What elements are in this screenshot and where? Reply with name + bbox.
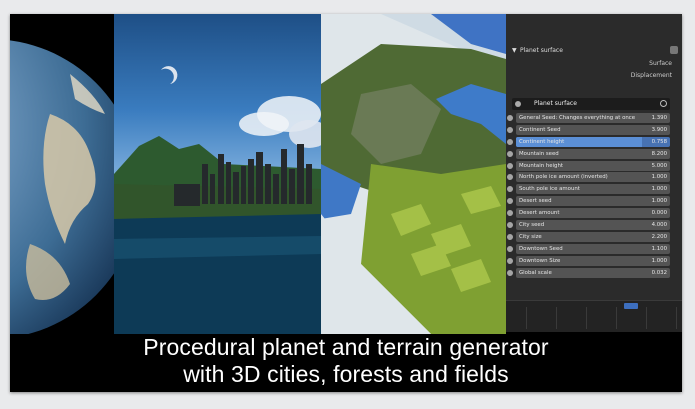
param-row-desert-seed[interactable]: Desert seed 1.000: [506, 195, 682, 207]
param-value: 1.000: [651, 198, 667, 205]
panel-header[interactable]: ▼ Planet surface: [506, 44, 682, 57]
parameter-list: General Seed: Changes everything at once…: [506, 112, 682, 278]
param-value: 5.000: [651, 162, 667, 169]
param-row-continent-height[interactable]: Continent height 0.758: [506, 136, 682, 148]
param-value: 0.758: [651, 138, 667, 145]
caption-line-1: Procedural planet and terrain generator: [143, 334, 549, 360]
input-socket-icon[interactable]: [507, 222, 513, 229]
node-group-name: Planet surface: [534, 100, 577, 107]
param-field[interactable]: Desert amount 0.000: [516, 208, 670, 219]
timeline-tick: [616, 307, 617, 329]
param-label: Mountain seed: [519, 150, 559, 157]
timeline-tick: [586, 307, 587, 329]
param-field[interactable]: Desert seed 1.000: [516, 196, 670, 207]
thumbnail-frame: ▼ Planet surface Surface Displacement Pl…: [10, 14, 682, 392]
param-row-downtown-seed[interactable]: Downtown Seed 1.100: [506, 243, 682, 255]
param-value: 1.000: [651, 257, 667, 264]
param-value: 1.390: [651, 115, 667, 121]
param-row-mountain-seed[interactable]: Mountain seed 8.200: [506, 148, 682, 160]
collapse-triangle-icon[interactable]: ▼: [512, 44, 517, 57]
param-value: 0.032: [651, 269, 667, 276]
param-field[interactable]: Mountain seed 8.200: [516, 148, 670, 159]
param-row-north-pole-ice[interactable]: North pole ice amount (inverted) 1.000: [506, 171, 682, 183]
node-icon: [670, 46, 678, 54]
input-socket-icon[interactable]: [507, 115, 513, 121]
param-row-mountain-height[interactable]: Mountain height 5.000: [506, 160, 682, 172]
input-socket-icon[interactable]: [507, 269, 513, 276]
input-socket-icon[interactable]: [507, 186, 513, 193]
param-field[interactable]: General Seed: Changes everything at once…: [516, 113, 670, 123]
param-field[interactable]: Continent Seed 3.900: [516, 124, 670, 135]
param-field[interactable]: City seed 4.000: [516, 220, 670, 231]
param-label: General Seed: Changes everything at once: [519, 115, 636, 121]
node-properties-panel: ▼ Planet surface Surface Displacement Pl…: [506, 14, 682, 332]
node-type-icon: [515, 101, 521, 107]
param-field[interactable]: Mountain height 5.000: [516, 160, 670, 171]
timeline-tick: [676, 307, 677, 329]
input-socket-icon[interactable]: [507, 174, 513, 181]
param-label: South pole ice amount: [519, 186, 580, 193]
param-row-city-size[interactable]: City size 2.200: [506, 231, 682, 243]
timeline-tick: [556, 307, 557, 329]
param-label: City size: [519, 233, 542, 240]
param-value: 1.000: [651, 174, 667, 181]
input-socket-icon[interactable]: [507, 245, 513, 252]
param-label: Global scale: [519, 269, 552, 276]
input-socket-icon[interactable]: [507, 150, 513, 157]
param-row-continent-seed[interactable]: Continent Seed 3.900: [506, 124, 682, 136]
param-field[interactable]: South pole ice amount 1.000: [516, 184, 670, 195]
input-socket-icon[interactable]: [507, 210, 513, 217]
settings-icon[interactable]: [660, 100, 667, 107]
input-socket-icon[interactable]: [507, 257, 513, 264]
param-field[interactable]: Downtown Size 1.000: [516, 255, 670, 266]
param-value: 1.100: [651, 245, 667, 252]
param-row-general-seed[interactable]: General Seed: Changes everything at once…: [506, 112, 682, 124]
input-socket-icon[interactable]: [507, 126, 513, 133]
param-field-active[interactable]: Continent height 0.758: [516, 136, 670, 147]
param-value: 0.000: [651, 210, 667, 217]
param-label: Downtown Seed: [519, 245, 563, 252]
input-socket-icon[interactable]: [507, 233, 513, 240]
terrain-map-image: [321, 14, 506, 334]
input-socket-icon[interactable]: [507, 162, 513, 169]
caption-line-2: with 3D cities, forests and fields: [183, 361, 509, 387]
param-value: 3.900: [651, 126, 667, 133]
param-label: Continent Seed: [519, 126, 561, 133]
timeline-tick: [526, 307, 527, 329]
param-field[interactable]: North pole ice amount (inverted) 1.000: [516, 172, 670, 183]
input-socket-icon[interactable]: [507, 198, 513, 205]
hero-image: ▼ Planet surface Surface Displacement Pl…: [10, 14, 682, 334]
param-value: 4.000: [651, 222, 667, 229]
timeline-tick: [646, 307, 647, 329]
param-row-desert-amount[interactable]: Desert amount 0.000: [506, 207, 682, 219]
param-label: Continent height: [519, 138, 565, 145]
input-socket-icon[interactable]: [507, 138, 513, 145]
param-row-downtown-size[interactable]: Downtown Size 1.000: [506, 255, 682, 267]
planet-image: [10, 14, 114, 334]
param-value: 2.200: [651, 233, 667, 240]
param-field[interactable]: Global scale 0.032: [516, 267, 670, 278]
param-field[interactable]: City size 2.200: [516, 231, 670, 242]
param-label: North pole ice amount (inverted): [519, 174, 608, 181]
param-label: Downtown Size: [519, 257, 561, 264]
city-image: [114, 14, 321, 334]
param-row-global-scale[interactable]: Global scale 0.032: [506, 267, 682, 279]
param-label: Mountain height: [519, 162, 564, 169]
param-row-south-pole-ice[interactable]: South pole ice amount 1.000: [506, 183, 682, 195]
param-label: Desert seed: [519, 198, 552, 205]
panel-title: Planet surface: [520, 47, 563, 54]
timeline-strip[interactable]: [506, 300, 682, 332]
param-label: Desert amount: [519, 210, 560, 217]
output-displacement: Displacement: [630, 72, 672, 79]
param-label: City seed: [519, 222, 545, 229]
node-group-selector[interactable]: Planet surface: [512, 98, 670, 110]
playhead[interactable]: [624, 303, 638, 309]
param-value: 1.000: [651, 186, 667, 193]
param-row-city-seed[interactable]: City seed 4.000: [506, 219, 682, 231]
caption: Procedural planet and terrain generator …: [10, 334, 682, 392]
param-field[interactable]: Downtown Seed 1.100: [516, 243, 670, 254]
output-surface: Surface: [649, 60, 672, 67]
param-value: 8.200: [651, 150, 667, 157]
